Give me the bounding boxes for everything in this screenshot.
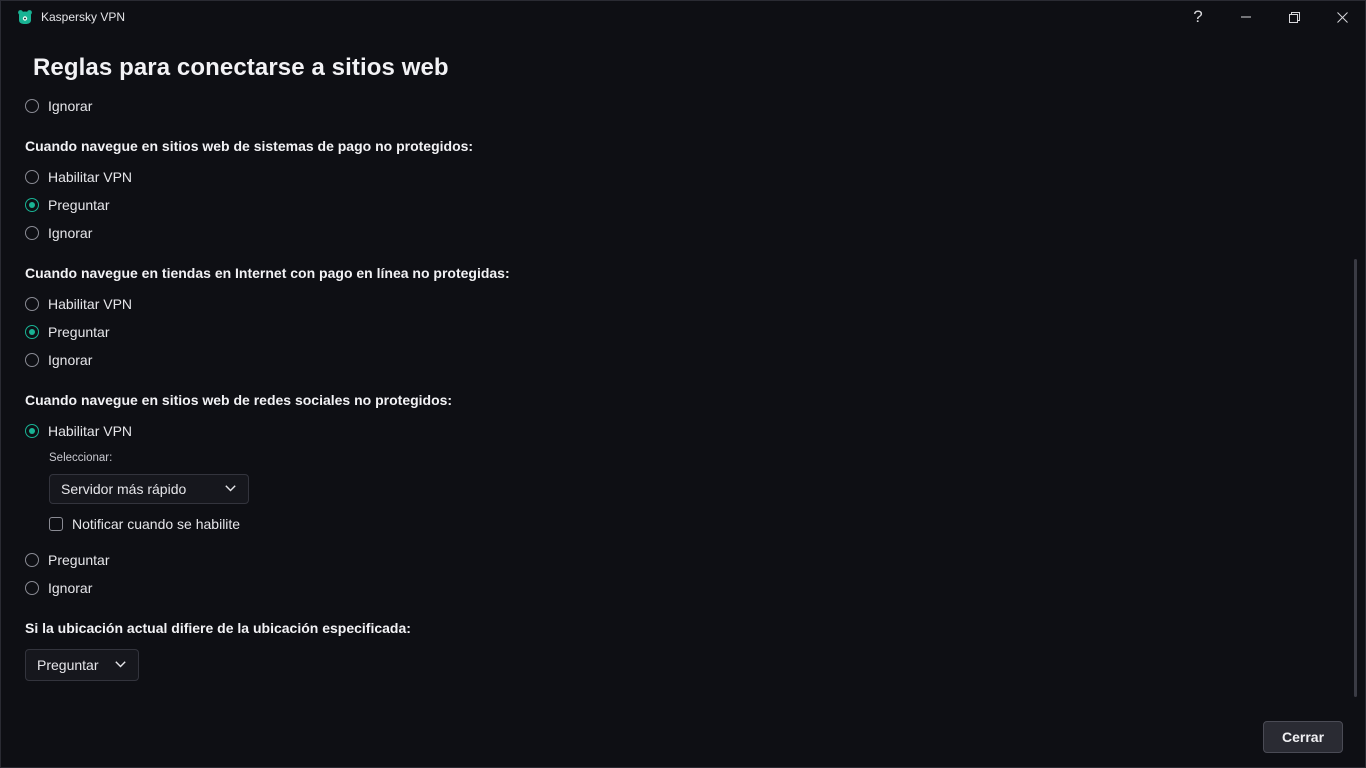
- radio-button-selected[interactable]: [25, 325, 39, 339]
- payment-radio-ignorar[interactable]: Ignorar: [25, 223, 92, 243]
- radio-ignorar-prev[interactable]: Ignorar: [25, 96, 92, 116]
- option-label: Ignorar: [48, 98, 93, 114]
- social-radio-ignorar[interactable]: Ignorar: [25, 578, 92, 598]
- social-radio-preguntar[interactable]: Preguntar: [25, 550, 109, 570]
- kaspersky-bear-icon: [18, 10, 32, 24]
- notify-checkbox-row[interactable]: Notificar cuando se habilite: [49, 514, 240, 534]
- radio-button-selected[interactable]: [25, 424, 39, 438]
- option-label: Ignorar: [48, 352, 93, 368]
- title-bar: Kaspersky VPN ?: [1, 1, 1365, 33]
- payment-radio-habilitar[interactable]: Habilitar VPN: [25, 167, 132, 187]
- app-title: Kaspersky VPN: [41, 10, 126, 24]
- option-label: Preguntar: [48, 552, 110, 568]
- radio-button[interactable]: [25, 553, 39, 567]
- select-label: Seleccionar:: [49, 452, 113, 464]
- radio-button-selected[interactable]: [25, 198, 39, 212]
- option-label: Preguntar: [48, 197, 110, 213]
- option-label: Ignorar: [48, 580, 93, 596]
- option-label: Habilitar VPN: [48, 296, 133, 312]
- app-window: Kaspersky VPN ? Reglas para conectarse a…: [0, 0, 1366, 768]
- chevron-down-icon: [225, 485, 236, 492]
- option-label: Habilitar VPN: [48, 423, 133, 439]
- close-window-button[interactable]: [1319, 1, 1365, 33]
- minimize-icon: [1241, 16, 1251, 18]
- server-dropdown-value: Servidor más rápido: [61, 481, 187, 497]
- notify-checkbox[interactable]: [49, 517, 63, 531]
- chevron-down-icon: [115, 661, 126, 668]
- location-heading: Si la ubicación actual difiere de la ubi…: [25, 620, 411, 636]
- payment-systems-heading: Cuando navegue en sitios web de sistemas…: [25, 138, 474, 154]
- stores-radio-habilitar[interactable]: Habilitar VPN: [25, 294, 132, 314]
- stores-radio-ignorar[interactable]: Ignorar: [25, 350, 92, 370]
- help-button[interactable]: ?: [1175, 1, 1221, 33]
- social-radio-habilitar[interactable]: Habilitar VPN: [25, 421, 132, 441]
- option-label: Ignorar: [48, 225, 93, 241]
- option-label: Habilitar VPN: [48, 169, 133, 185]
- close-icon: [1336, 11, 1348, 23]
- help-icon: ?: [1193, 7, 1203, 26]
- scrollbar[interactable]: [1354, 259, 1357, 697]
- server-dropdown[interactable]: Servidor más rápido: [49, 474, 249, 504]
- radio-button[interactable]: [25, 297, 39, 311]
- radio-button[interactable]: [25, 226, 39, 240]
- restore-button[interactable]: [1271, 1, 1317, 33]
- close-button[interactable]: Cerrar: [1263, 721, 1343, 753]
- location-dropdown[interactable]: Preguntar: [25, 649, 139, 681]
- location-dropdown-value: Preguntar: [37, 657, 99, 673]
- online-stores-heading: Cuando navegue en tiendas en Internet co…: [25, 265, 510, 281]
- radio-button[interactable]: [25, 170, 39, 184]
- radio-button[interactable]: [25, 353, 39, 367]
- minimize-button[interactable]: [1223, 1, 1269, 33]
- social-networks-heading: Cuando navegue en sitios web de redes so…: [25, 392, 453, 408]
- stores-radio-preguntar[interactable]: Preguntar: [25, 322, 109, 342]
- radio-button[interactable]: [25, 581, 39, 595]
- notify-label: Notificar cuando se habilite: [72, 516, 241, 532]
- radio-button[interactable]: [25, 99, 39, 113]
- page-title: Reglas para conectarse a sitios web: [33, 54, 449, 81]
- restore-icon: [1288, 11, 1300, 23]
- payment-radio-preguntar[interactable]: Preguntar: [25, 195, 109, 215]
- option-label: Preguntar: [48, 324, 110, 340]
